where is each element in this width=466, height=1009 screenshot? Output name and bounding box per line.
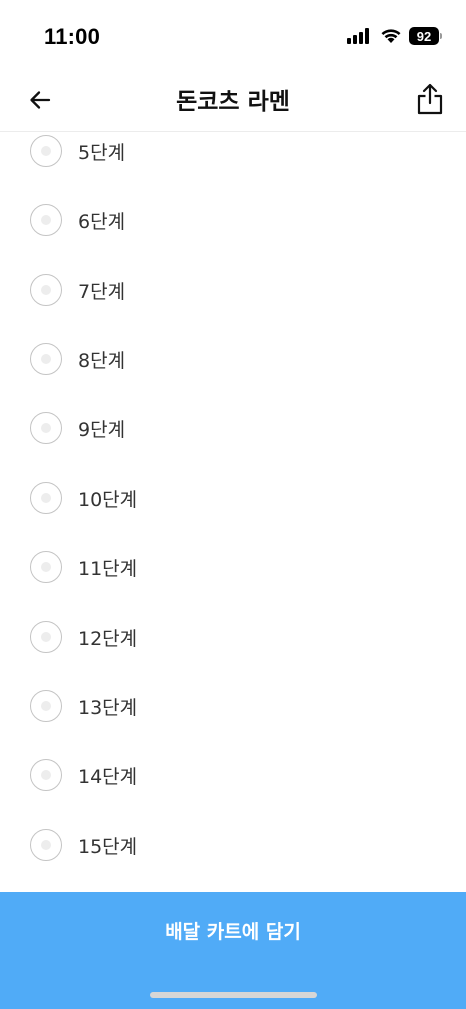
radio-button[interactable] bbox=[30, 274, 62, 306]
option-label: 12단계 bbox=[78, 627, 138, 650]
status-bar: 11:00 92 bbox=[0, 0, 466, 70]
radio-button[interactable] bbox=[30, 551, 62, 583]
radio-button[interactable] bbox=[30, 621, 62, 653]
option-item[interactable]: 15단계 bbox=[0, 820, 466, 870]
signal-icon bbox=[347, 28, 371, 44]
radio-button[interactable] bbox=[30, 759, 62, 791]
option-item[interactable]: 7단계 bbox=[0, 265, 466, 315]
battery-icon: 92 bbox=[409, 27, 439, 45]
battery-tip bbox=[440, 33, 442, 39]
option-label: 5단계 bbox=[78, 141, 126, 164]
screen: 11:00 92 돈코츠 라멘 5단계 6단계 7단계 8단계 9단계 10단계… bbox=[0, 0, 466, 1009]
option-item[interactable]: 10단계 bbox=[0, 473, 466, 523]
home-indicator bbox=[150, 992, 317, 998]
option-item[interactable]: 14단계 bbox=[0, 750, 466, 800]
radio-button[interactable] bbox=[30, 412, 62, 444]
option-label: 11단계 bbox=[78, 557, 138, 580]
radio-button[interactable] bbox=[30, 829, 62, 861]
option-item[interactable]: 11단계 bbox=[0, 542, 466, 592]
option-label: 13단계 bbox=[78, 696, 138, 719]
wifi-icon bbox=[380, 26, 402, 44]
option-item[interactable]: 8단계 bbox=[0, 334, 466, 384]
option-label: 15단계 bbox=[78, 835, 138, 858]
status-time: 11:00 bbox=[44, 24, 101, 49]
radio-button[interactable] bbox=[30, 343, 62, 375]
radio-button[interactable] bbox=[30, 482, 62, 514]
option-label: 14단계 bbox=[78, 765, 138, 788]
option-item[interactable]: 6단계 bbox=[0, 195, 466, 245]
spice-level-options: 5단계 6단계 7단계 8단계 9단계 10단계 11단계 12단계 13단계 … bbox=[0, 132, 466, 892]
option-label: 7단계 bbox=[78, 280, 126, 303]
nav-bar: 돈코츠 라멘 bbox=[0, 70, 466, 132]
option-label: 8단계 bbox=[78, 349, 126, 372]
option-item[interactable]: 12단계 bbox=[0, 612, 466, 662]
option-label: 9단계 bbox=[78, 418, 126, 441]
option-item[interactable]: 13단계 bbox=[0, 681, 466, 731]
option-item[interactable]: 9단계 bbox=[0, 403, 466, 453]
radio-button[interactable] bbox=[30, 204, 62, 236]
add-to-cart-label: 배달 카트에 담기 bbox=[165, 921, 301, 943]
option-item[interactable]: 5단계 bbox=[0, 132, 466, 176]
option-label: 6단계 bbox=[78, 210, 126, 233]
share-icon bbox=[417, 83, 443, 115]
page-title: 돈코츠 라멘 bbox=[176, 89, 290, 115]
radio-button[interactable] bbox=[30, 690, 62, 722]
share-button[interactable] bbox=[412, 80, 448, 118]
radio-button[interactable] bbox=[30, 135, 62, 167]
option-label: 10단계 bbox=[78, 488, 138, 511]
